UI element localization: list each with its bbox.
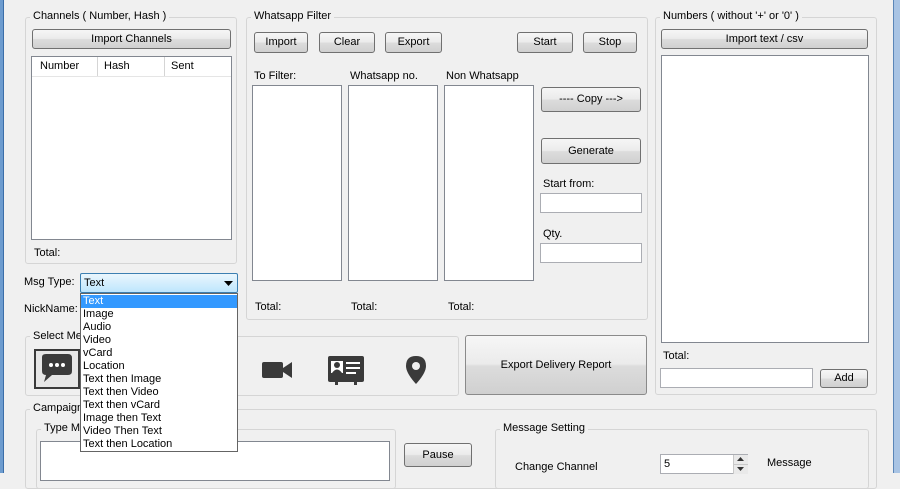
msg-type-option-text-then-location[interactable]: Text then Location — [81, 438, 237, 451]
qty-label: Qty. — [543, 228, 563, 240]
column-header-number[interactable]: Number — [32, 57, 98, 76]
filter-import-button[interactable]: Import — [254, 32, 308, 53]
text-media-button[interactable] — [34, 349, 80, 389]
msg-type-option-video-then-text[interactable]: Video Then Text — [81, 425, 237, 438]
msg-type-option-audio[interactable]: Audio — [81, 321, 237, 334]
whatsapp-no-label: Whatsapp no. — [350, 70, 418, 82]
to-filter-textbox[interactable] — [252, 85, 342, 281]
location-media-button[interactable] — [393, 350, 439, 390]
msg-type-option-location[interactable]: Location — [81, 360, 237, 373]
chat-icon — [42, 354, 72, 382]
video-camera-icon — [262, 362, 292, 378]
msg-type-option-text[interactable]: Text — [81, 295, 237, 308]
filter-stop-button[interactable]: Stop — [583, 32, 637, 53]
location-pin-icon — [406, 356, 426, 384]
numbers-title: Numbers ( without '+' or '0' ) — [660, 10, 802, 23]
nickname-label: NickName: — [24, 303, 78, 315]
to-filter-total-label: Total: — [255, 301, 282, 313]
filter-start-button[interactable]: Start — [517, 32, 573, 53]
filter-export-button[interactable]: Export — [385, 32, 442, 53]
campaign-title: Campaign — [30, 402, 87, 415]
msg-type-selected-value: Text — [84, 277, 105, 289]
channels-total-label: Total: — [34, 247, 61, 259]
change-channel-stepper[interactable]: 5 — [660, 454, 748, 474]
select-media-title: Select Me — [30, 330, 85, 343]
filter-clear-button[interactable]: Clear — [319, 32, 375, 53]
msg-type-option-text-then-vcard[interactable]: Text then vCard — [81, 399, 237, 412]
export-delivery-report-button[interactable]: Export Delivery Report — [465, 335, 647, 395]
whatsapp-no-textbox[interactable] — [348, 85, 438, 281]
generate-button[interactable]: Generate — [541, 138, 641, 164]
chevron-down-icon — [224, 281, 233, 286]
start-from-input[interactable] — [540, 193, 642, 213]
msg-type-option-image[interactable]: Image — [81, 308, 237, 321]
stepper-up-button[interactable] — [733, 455, 748, 464]
msg-type-dropdown-list[interactable]: Text Image Audio Video vCard Location Te… — [80, 293, 238, 452]
import-text-csv-button[interactable]: Import text / csv — [661, 29, 868, 49]
channels-list-header: Number Hash Sent — [32, 57, 231, 77]
whatsapp-filter-title: Whatsapp Filter — [251, 10, 335, 23]
column-header-sent[interactable]: Sent — [165, 57, 231, 76]
qty-input[interactable] — [540, 243, 642, 263]
msg-type-option-text-then-video[interactable]: Text then Video — [81, 386, 237, 399]
window-left-border — [0, 0, 4, 473]
vcard-media-button[interactable] — [323, 350, 369, 390]
message-setting-title: Message Setting — [500, 422, 588, 435]
add-button[interactable]: Add — [820, 369, 868, 388]
non-whatsapp-textbox[interactable] — [444, 85, 534, 281]
whatsapp-no-total-label: Total: — [351, 301, 378, 313]
non-whatsapp-label: Non Whatsapp — [446, 70, 519, 82]
msg-type-select[interactable]: Text — [80, 273, 238, 293]
chevron-down-icon — [737, 467, 744, 471]
copy-button[interactable]: ---- Copy ---> — [541, 87, 641, 112]
change-channel-value: 5 — [664, 458, 671, 470]
start-from-label: Start from: — [543, 178, 595, 190]
import-channels-button[interactable]: Import Channels — [32, 29, 231, 49]
numbers-textbox[interactable] — [661, 55, 869, 343]
non-whatsapp-total-label: Total: — [448, 301, 475, 313]
msg-type-label: Msg Type: — [24, 276, 75, 288]
window-right-border — [893, 0, 900, 473]
to-filter-label: To Filter: — [254, 70, 297, 82]
video-media-button[interactable] — [254, 350, 300, 390]
chevron-up-icon — [737, 457, 744, 461]
channels-list[interactable]: Number Hash Sent — [31, 56, 232, 240]
channels-title: Channels ( Number, Hash ) — [30, 10, 170, 23]
type-message-title: Type M — [41, 422, 84, 435]
add-number-input[interactable] — [660, 368, 813, 388]
numbers-total-label: Total: — [663, 350, 690, 362]
message-label: Message — [767, 457, 812, 469]
contact-card-icon — [328, 356, 364, 385]
change-channel-label: Change Channel — [515, 461, 598, 473]
msg-type-option-image-then-text[interactable]: Image then Text — [81, 412, 237, 425]
msg-type-option-video[interactable]: Video — [81, 334, 237, 347]
msg-type-option-text-then-image[interactable]: Text then Image — [81, 373, 237, 386]
column-header-hash[interactable]: Hash — [98, 57, 165, 76]
msg-type-option-vcard[interactable]: vCard — [81, 347, 237, 360]
pause-button[interactable]: Pause — [404, 443, 472, 467]
